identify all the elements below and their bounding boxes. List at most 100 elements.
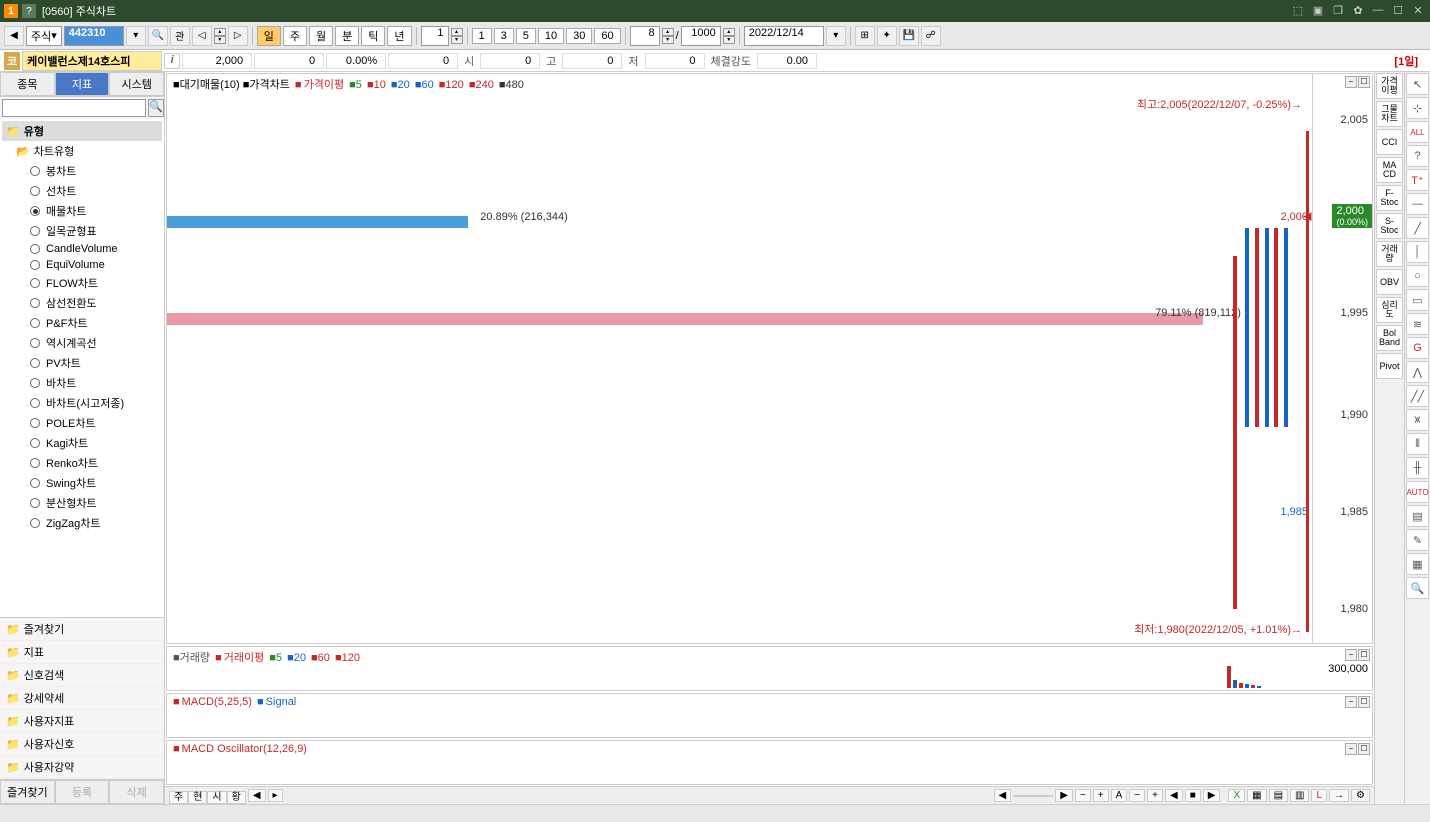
chart-type-item[interactable]: 바차트	[2, 373, 162, 393]
chart-type-item[interactable]: 바차트(시고저종)	[2, 393, 162, 413]
footer-button-0[interactable]: 즐겨찾기	[0, 780, 55, 804]
help-icon[interactable]: ?	[22, 4, 36, 18]
category-item[interactable]: 📁사용자강약	[0, 756, 164, 779]
chart-type-item[interactable]: ZigZag차트	[2, 513, 162, 533]
chart-min-icon[interactable]: −	[1345, 649, 1357, 661]
tool2-icon[interactable]: ✦	[877, 26, 897, 46]
period-min-button[interactable]: 분	[335, 26, 359, 46]
category-item[interactable]: 📁강세약세	[0, 687, 164, 710]
chart-type-item[interactable]: PV차트	[2, 353, 162, 373]
scroll-left-button[interactable]: ◀	[248, 789, 266, 802]
tree-folder[interactable]: 📂 차트유형	[2, 141, 162, 161]
help-tool-icon[interactable]: ?	[1406, 145, 1429, 167]
category-item[interactable]: 📁사용자신호	[0, 733, 164, 756]
period-week-button[interactable]: 주	[283, 26, 307, 46]
circle-tool-icon[interactable]: ○	[1406, 265, 1429, 287]
right-arrow-button[interactable]: ▷	[228, 26, 248, 46]
interval-3-button[interactable]: 3	[494, 28, 514, 44]
text-tool-icon[interactable]: T⁺	[1406, 169, 1429, 191]
chart-type-item[interactable]: Kagi차트	[2, 433, 162, 453]
chart-max-icon[interactable]: ☐	[1358, 696, 1370, 708]
settings-icon[interactable]: ⚙	[1351, 789, 1370, 802]
asset-type-combo[interactable]: 주식 ▾	[26, 26, 62, 46]
gear-icon[interactable]: ✿	[1350, 4, 1366, 18]
indicator-button[interactable]: F- Stoc	[1376, 185, 1403, 211]
radio-icon[interactable]	[30, 498, 40, 508]
tool-b-icon[interactable]: ▤	[1269, 789, 1288, 802]
zigzag-tool-icon[interactable]: ⩙	[1406, 409, 1429, 431]
indicator-button[interactable]: S- Stoc	[1376, 213, 1403, 239]
magnify-tool-icon[interactable]: 🔍	[1406, 577, 1429, 599]
grid-tool-icon[interactable]: ▦	[1406, 553, 1429, 575]
last-button[interactable]: ▶	[1055, 789, 1073, 802]
save-icon[interactable]: 💾	[899, 26, 919, 46]
indicator-search-input[interactable]	[2, 99, 146, 117]
macd-chart[interactable]: ■MACD(5,25,5) ■Signal −☐	[166, 693, 1373, 738]
tool-a-icon[interactable]: ▦	[1247, 789, 1266, 802]
period-year-button[interactable]: 년	[387, 26, 411, 46]
hline-tool-icon[interactable]: —	[1406, 193, 1429, 215]
radio-icon[interactable]	[30, 338, 40, 348]
category-item[interactable]: 📁신호검색	[0, 664, 164, 687]
text-tool-button[interactable]: A	[1111, 789, 1128, 802]
interval-input[interactable]: 1	[421, 26, 449, 46]
date-dropdown-button[interactable]: ▾	[826, 26, 846, 46]
line-tool-icon[interactable]: ╱	[1406, 217, 1429, 239]
crosshair-tool-icon[interactable]: ⊹	[1406, 97, 1429, 119]
indicator-button[interactable]: 거래 량	[1376, 241, 1403, 267]
left-tab-1[interactable]: 지표	[55, 72, 110, 96]
scroll-track[interactable]	[1013, 795, 1053, 797]
radio-icon[interactable]	[30, 166, 40, 176]
period-tick-button[interactable]: 틱	[361, 26, 385, 46]
radio-icon[interactable]	[30, 206, 40, 216]
tool1-icon[interactable]: ⊞	[855, 26, 875, 46]
interval-1-button[interactable]: 1	[472, 28, 492, 44]
excel-icon[interactable]: X	[1228, 789, 1245, 802]
edit-tool-icon[interactable]: ✎	[1406, 529, 1429, 551]
indicator-button[interactable]: Pivot	[1376, 353, 1403, 379]
radio-icon[interactable]	[30, 438, 40, 448]
category-item[interactable]: 📁사용자지표	[0, 710, 164, 733]
code-dropdown-button[interactable]: ▾	[126, 26, 146, 46]
indicator-button[interactable]: Bol Band	[1376, 325, 1403, 351]
cursor-tool-icon[interactable]: ↖	[1406, 73, 1429, 95]
radio-icon[interactable]	[30, 478, 40, 488]
date-input[interactable]: 2022/12/14	[744, 26, 824, 46]
step-fwd-button[interactable]: ▶	[1203, 789, 1221, 802]
chart-max-icon[interactable]: ☐	[1358, 649, 1370, 661]
radio-icon[interactable]	[30, 518, 40, 528]
chart-type-item[interactable]: POLE차트	[2, 413, 162, 433]
all-tool-icon[interactable]: ALL	[1406, 121, 1429, 143]
channel-tool-icon[interactable]: ╫	[1406, 457, 1429, 479]
zoom-out-button[interactable]: −	[1075, 789, 1091, 802]
parallel-tool-icon[interactable]: ╱╱	[1406, 385, 1429, 407]
prev-button[interactable]: ◀	[4, 26, 24, 46]
arrow-icon[interactable]: →	[1329, 789, 1349, 802]
chart-type-item[interactable]: P&F차트	[2, 313, 162, 333]
fan-tool-icon[interactable]: ⋀	[1406, 361, 1429, 383]
search-button[interactable]: 🔍	[148, 26, 168, 46]
indicator-button[interactable]: 심리 도	[1376, 297, 1403, 323]
tool4-icon[interactable]: ☍	[921, 26, 941, 46]
chart-min-icon[interactable]: −	[1345, 743, 1357, 755]
radio-icon[interactable]	[30, 358, 40, 368]
vline-tool-icon[interactable]: │	[1406, 241, 1429, 263]
chart-type-item[interactable]: 매물차트	[2, 201, 162, 221]
wave-tool-icon[interactable]: ≋	[1406, 313, 1429, 335]
maximize-icon[interactable]: ☐	[1390, 4, 1406, 18]
indicator-button[interactable]: MA CD	[1376, 157, 1403, 183]
radio-icon[interactable]	[30, 278, 40, 288]
plus-button[interactable]: +	[1147, 789, 1163, 802]
chart-tab-button[interactable]: 시	[207, 791, 226, 804]
chart-tab-button[interactable]: 황	[227, 791, 246, 804]
scroll-more-button[interactable]: ▸	[268, 789, 283, 802]
search-icon[interactable]: 🔍	[148, 99, 164, 117]
indicator-button[interactable]: 가격 이평	[1376, 73, 1403, 99]
nav-spinner[interactable]: ▴▾	[214, 28, 226, 44]
left-arrow-button[interactable]: ◁	[192, 26, 212, 46]
first-button[interactable]: ◀	[994, 789, 1012, 802]
layout-icon[interactable]: ▣	[1310, 4, 1326, 18]
radio-icon[interactable]	[30, 398, 40, 408]
left-tab-2[interactable]: 시스템	[109, 72, 164, 96]
radio-icon[interactable]	[30, 418, 40, 428]
